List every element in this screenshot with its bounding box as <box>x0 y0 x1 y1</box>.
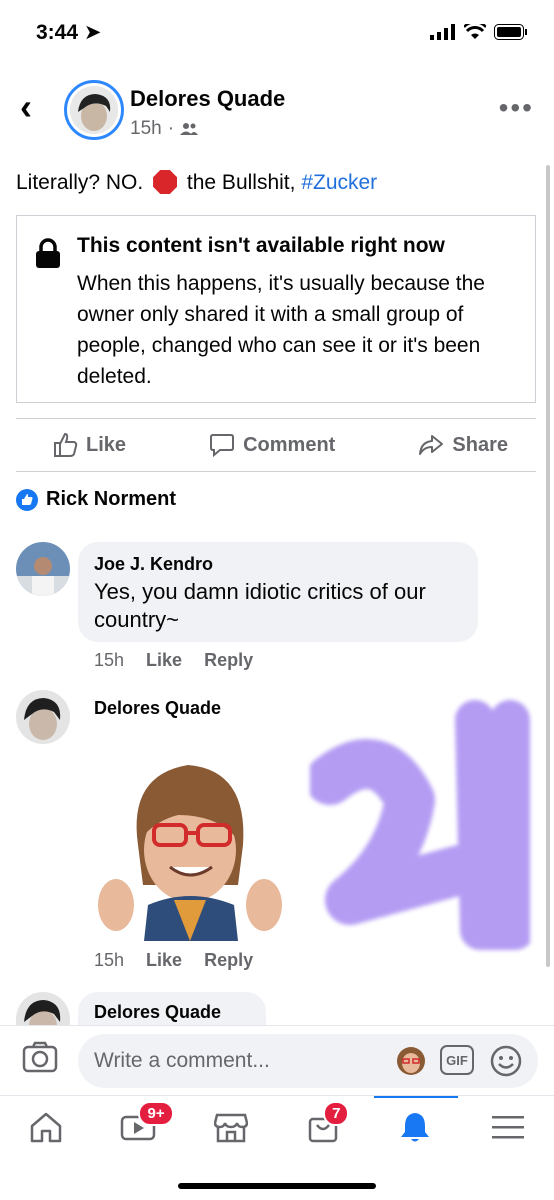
signal-icon <box>430 24 455 40</box>
stop-sign-icon <box>153 170 178 194</box>
comment-reply-button[interactable]: Reply <box>204 650 253 671</box>
post-author[interactable]: Delores Quade <box>130 86 285 112</box>
reaction-summary[interactable]: Rick Norment <box>16 488 176 511</box>
status-time: 3:44 ➤ <box>36 21 102 44</box>
share-icon <box>419 435 444 455</box>
location-arrow-icon: ➤ <box>83 21 102 44</box>
emoji-icon[interactable] <box>490 1045 522 1077</box>
home-indicator <box>178 1183 376 1189</box>
reactor-name: Rick Norment <box>46 488 177 510</box>
scrollbar[interactable] <box>546 165 550 967</box>
tab-bar: 9+ 7 <box>0 1095 554 1158</box>
comment-text: Yes, you damn idiotic critics of our cou… <box>94 579 426 632</box>
commenter-avatar[interactable] <box>16 542 70 596</box>
notice-title: This content isn't available right now <box>77 234 445 257</box>
post-text-middle: the Bullshit, <box>186 171 296 194</box>
gif-icon[interactable]: GIF <box>440 1045 474 1075</box>
tab-menu[interactable] <box>478 1101 538 1153</box>
comment-like-button[interactable]: Like <box>146 650 182 671</box>
comment-reply-button[interactable]: Reply <box>204 950 253 971</box>
shop-badge: 7 <box>323 1101 350 1126</box>
wifi-icon <box>464 24 486 39</box>
menu-icon <box>491 1116 524 1139</box>
purple-scribble <box>310 700 530 950</box>
thumbs-up-icon <box>54 432 78 457</box>
friends-icon <box>180 123 199 135</box>
like-reaction-icon <box>16 488 38 511</box>
back-icon[interactable]: ‹ <box>20 89 32 125</box>
status-icons <box>430 24 528 40</box>
watch-badge: 9+ <box>138 1101 174 1126</box>
tab-notifications[interactable] <box>385 1101 445 1153</box>
comment-button[interactable]: Comment <box>209 432 335 458</box>
comment-author[interactable]: Joe J. Kendro <box>94 554 213 575</box>
tab-home[interactable] <box>16 1101 76 1153</box>
comment-author[interactable]: Delores Quade <box>94 698 221 719</box>
post-text-prefix: Literally? NO. <box>16 171 144 194</box>
post-time: 15h <box>130 118 162 139</box>
hashtag-link[interactable]: #Zucker <box>301 171 377 194</box>
comment-icon <box>210 434 235 458</box>
comment-bubble: Joe J. Kendro Yes, you damn idiotic crit… <box>78 542 478 642</box>
battery-icon <box>494 24 527 40</box>
tab-marketplace[interactable] <box>201 1101 261 1153</box>
comment-time: 15h <box>94 650 125 670</box>
comment-author[interactable]: Delores Quade <box>94 1002 221 1023</box>
bell-icon <box>401 1113 430 1142</box>
author-avatar[interactable] <box>64 80 124 140</box>
like-button[interactable]: Like <box>52 432 126 458</box>
comment-meta: 15h Like Reply <box>94 950 253 971</box>
commenter-avatar[interactable] <box>16 992 70 1025</box>
marketplace-icon <box>213 1113 248 1143</box>
comment-time: 15h <box>94 950 125 970</box>
comment-like-button[interactable]: Like <box>146 950 182 971</box>
notice-body: When this happens, it's usually because … <box>77 272 485 388</box>
avatar-sticker <box>98 765 282 941</box>
tab-shop[interactable]: 7 <box>293 1101 353 1153</box>
commenter-avatar[interactable] <box>16 690 70 744</box>
post-text: Literally? NO. the Bullshit, #Zucker <box>16 170 377 195</box>
content-unavailable-notice: This content isn't available right now W… <box>16 215 536 403</box>
camera-icon[interactable] <box>22 1040 58 1074</box>
comment-meta: 15h Like Reply <box>94 650 253 671</box>
lock-icon <box>36 238 60 268</box>
home-icon <box>30 1112 62 1143</box>
comment-bubble: Delores Quade <box>78 992 266 1025</box>
tab-watch[interactable]: 9+ <box>108 1101 174 1153</box>
post-meta: 15h · <box>130 118 199 140</box>
more-options-icon[interactable]: ••• <box>499 92 534 124</box>
avatar-sticker-icon[interactable] <box>396 1046 426 1076</box>
share-button[interactable]: Share <box>418 432 508 458</box>
post-actions: Like Comment Share <box>16 418 536 472</box>
